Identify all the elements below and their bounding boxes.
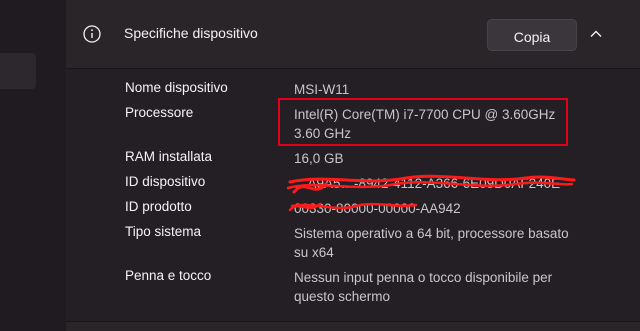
redaction-scribble [286, 174, 576, 212]
spec-label: ID prodotto [125, 199, 192, 214]
chevron-up-icon[interactable] [588, 26, 604, 42]
card-title: Specifiche dispositivo [124, 25, 258, 41]
left-nav-pane [0, 0, 66, 330]
device-specs-card: Specifiche dispositivo Copia Nome dispos… [66, 0, 640, 331]
spec-label: Processore [125, 105, 194, 120]
card-header[interactable]: Specifiche dispositivo Copia [66, 0, 640, 69]
spec-label: Tipo sistema [125, 224, 202, 239]
spec-label: ID dispositivo [125, 174, 206, 189]
processor-highlight-box [278, 98, 568, 146]
spec-value: Nessun input penna o tocco disponibile p… [294, 270, 553, 304]
info-icon [83, 25, 101, 43]
copy-button[interactable]: Copia [487, 19, 577, 51]
spec-label: RAM installata [125, 149, 213, 164]
spec-label: Penna e tocco [125, 268, 212, 283]
spec-value: Sistema operativo a 64 bit, processore b… [294, 226, 569, 260]
spec-value: MSI-W11 [294, 82, 350, 97]
nav-item-selected[interactable] [0, 53, 36, 89]
spec-value: 16,0 GB [294, 151, 344, 166]
spec-label: Nome dispositivo [125, 80, 228, 95]
